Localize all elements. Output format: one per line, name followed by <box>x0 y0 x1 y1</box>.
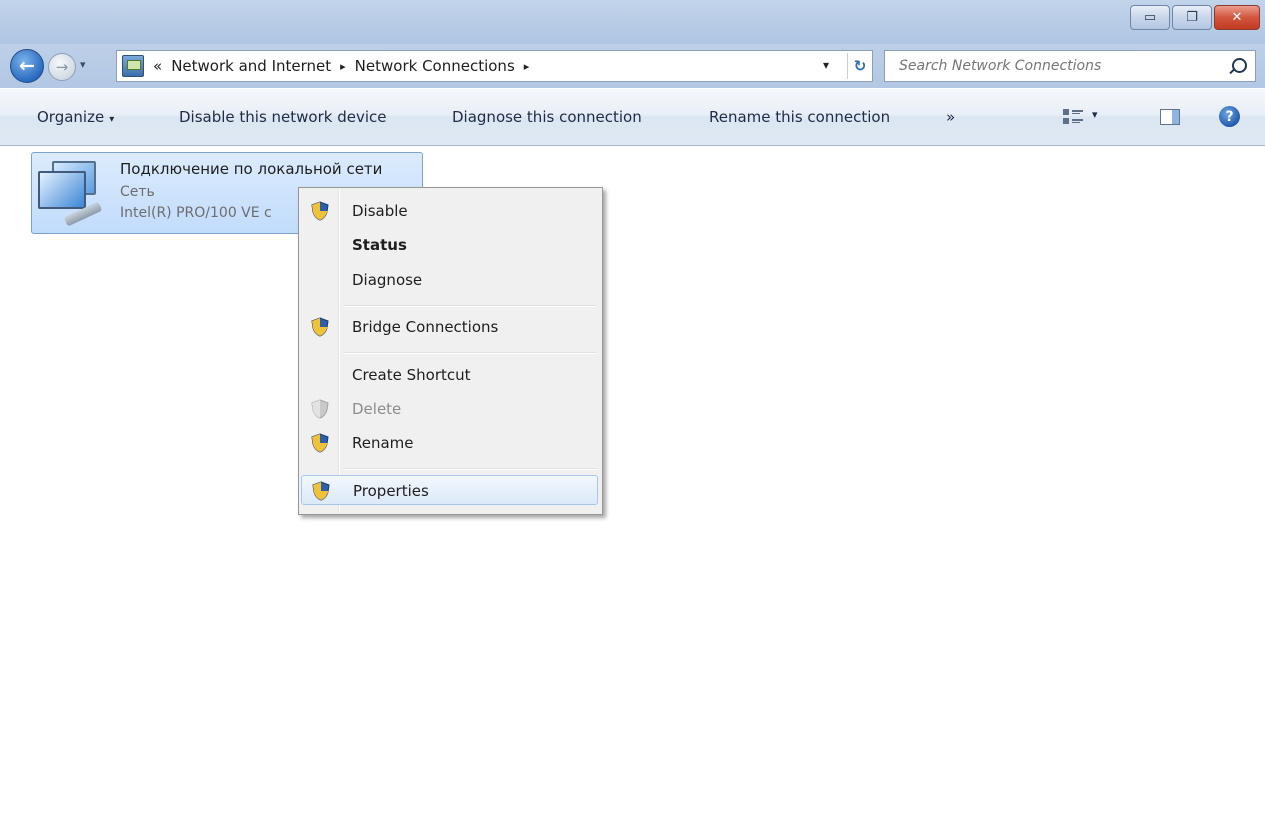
menu-item-label: Bridge Connections <box>352 318 499 336</box>
menu-item-properties[interactable]: Properties <box>301 475 598 505</box>
context-menu: Disable Status Diagnose Bridge Connectio… <box>298 187 603 515</box>
menu-item-label: Diagnose <box>352 271 423 289</box>
recent-pages-dropdown[interactable]: ▾ <box>80 58 86 71</box>
uac-shield-icon <box>312 481 330 501</box>
address-bar[interactable]: « Network and Internet ▸ Network Connect… <box>116 50 873 82</box>
menu-item-label: Disable <box>352 202 408 220</box>
network-connection-icon <box>38 159 110 227</box>
refresh-button[interactable]: ↻ <box>847 53 872 79</box>
rename-connection-button[interactable]: Rename this connection <box>709 108 890 126</box>
connection-name: Подключение по локальной сети <box>120 160 383 178</box>
breadcrumb-overflow-button[interactable]: « <box>153 57 162 75</box>
menu-item-delete: Delete <box>301 394 598 424</box>
menu-item-status[interactable]: Status <box>301 230 598 260</box>
refresh-icon: ↻ <box>853 57 867 75</box>
title-bar: ▭ ❐ ✕ <box>0 0 1265 44</box>
breadcrumb-separator-icon[interactable]: ▸ <box>340 60 346 73</box>
monitor-icon <box>38 171 86 209</box>
command-bar: Organize ▾ Disable this network device Di… <box>0 88 1265 146</box>
menu-item-diagnose[interactable]: Diagnose <box>301 265 598 295</box>
menu-item-label: Rename <box>352 434 414 452</box>
search-icon[interactable] <box>1232 58 1247 73</box>
preview-pane-icon[interactable] <box>1160 109 1180 125</box>
close-icon: ✕ <box>1231 10 1243 25</box>
minimize-button[interactable]: ▭ <box>1130 5 1170 30</box>
menu-item-label: Status <box>352 236 407 254</box>
caption-buttons: ▭ ❐ ✕ <box>1128 5 1260 30</box>
close-button[interactable]: ✕ <box>1214 5 1260 30</box>
organize-button[interactable]: Organize ▾ <box>37 108 114 126</box>
search-input[interactable] <box>899 58 1209 74</box>
diagnose-connection-button[interactable]: Diagnose this connection <box>452 108 642 126</box>
menu-separator <box>343 305 596 307</box>
breadcrumb-network-connections[interactable]: Network Connections <box>355 57 515 75</box>
breadcrumb-separator-icon[interactable]: ▸ <box>524 60 530 73</box>
view-options-dropdown[interactable]: ▾ <box>1092 108 1098 121</box>
restore-button[interactable]: ❐ <box>1172 5 1212 30</box>
chevron-down-icon: ▾ <box>80 58 86 71</box>
menu-item-rename[interactable]: Rename <box>301 428 598 458</box>
help-glyph: ? <box>1225 108 1234 125</box>
chevron-down-icon: ▾ <box>823 58 830 72</box>
uac-shield-icon <box>311 317 329 337</box>
search-box[interactable] <box>884 50 1256 82</box>
chevron-down-icon: ▾ <box>109 114 115 125</box>
navigation-bar: ← → ▾ « Network and Internet ▸ Network C… <box>0 44 1265 88</box>
menu-item-label: Delete <box>352 400 402 418</box>
restore-icon: ❐ <box>1186 10 1198 25</box>
connections-list: Подключение по локальной сети Сеть Intel… <box>0 146 1265 819</box>
menu-item-disable[interactable]: Disable <box>301 196 598 226</box>
back-arrow-icon: ← <box>19 55 35 77</box>
menu-item-create-shortcut[interactable]: Create Shortcut <box>301 360 598 390</box>
organize-label: Organize <box>37 108 105 126</box>
forward-arrow-icon: → <box>55 58 69 76</box>
more-commands-button[interactable]: » <box>946 108 955 126</box>
minimize-icon: ▭ <box>1143 10 1157 25</box>
network-folder-icon <box>122 55 144 77</box>
disable-device-button[interactable]: Disable this network device <box>179 108 387 126</box>
change-view-icon[interactable] <box>1063 109 1083 125</box>
menu-item-bridge-connections[interactable]: Bridge Connections <box>301 312 598 342</box>
breadcrumb-network-and-internet[interactable]: Network and Internet <box>171 57 331 75</box>
uac-shield-icon <box>311 433 329 453</box>
address-dropdown-button[interactable]: ▾ <box>823 58 829 72</box>
chevron-down-icon: ▾ <box>1092 108 1098 121</box>
breadcrumb: « Network and Internet ▸ Network Connect… <box>153 57 529 75</box>
menu-separator <box>343 352 596 354</box>
help-icon[interactable]: ? <box>1219 106 1240 127</box>
connection-device: Intel(R) PRO/100 VE c <box>120 205 272 221</box>
connection-status: Сеть <box>120 184 155 200</box>
forward-button[interactable]: → <box>48 53 76 81</box>
menu-item-label: Create Shortcut <box>352 366 471 384</box>
menu-separator <box>343 468 596 470</box>
back-button[interactable]: ← <box>10 49 44 83</box>
uac-shield-icon <box>311 201 329 221</box>
uac-shield-icon <box>311 399 329 419</box>
menu-item-label: Properties <box>353 482 429 500</box>
